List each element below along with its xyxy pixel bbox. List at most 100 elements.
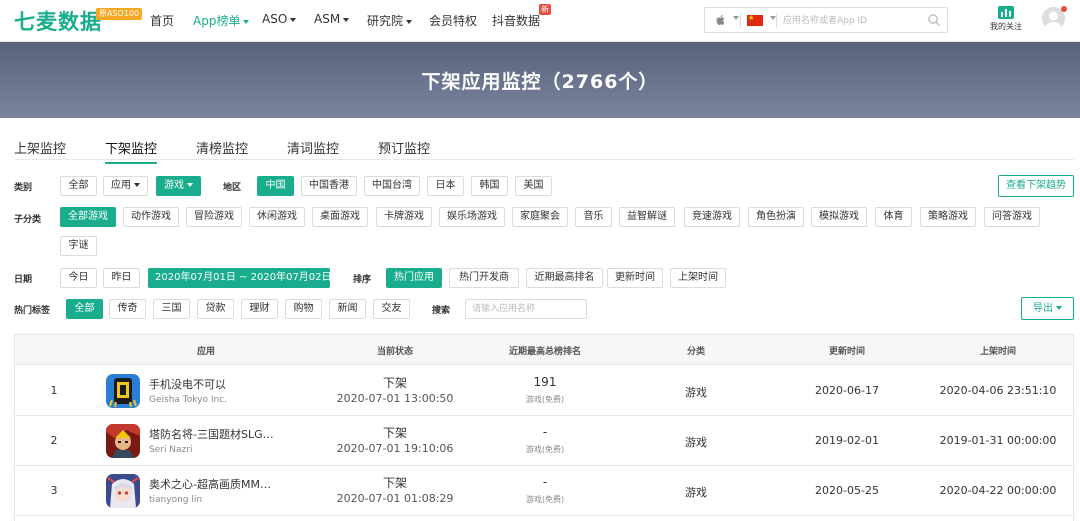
divider	[776, 13, 777, 28]
nav-asm[interactable]: ASM	[314, 12, 350, 26]
app-developer: Seri Nazri	[149, 445, 193, 455]
my-follow-button[interactable]: 我的关注	[985, 6, 1027, 32]
nav-research[interactable]: 研究院	[367, 12, 413, 29]
chevron-down-icon	[1056, 306, 1062, 310]
update-time-value: 2019-02-01	[815, 434, 879, 447]
app-icon[interactable]	[106, 374, 140, 408]
subcategory-casual[interactable]: 休闲游戏	[249, 207, 305, 227]
tag-news[interactable]: 新闻	[329, 299, 366, 319]
export-button[interactable]: 导出	[1021, 297, 1074, 320]
subcategory-strategy[interactable]: 策略游戏	[920, 207, 976, 227]
apple-icon[interactable]	[715, 14, 727, 26]
tag-finance[interactable]: 理财	[241, 299, 278, 319]
tag-loan[interactable]: 贷款	[197, 299, 234, 319]
subcategory-family[interactable]: 家庭聚会	[512, 207, 568, 227]
tag-legend[interactable]: 传奇	[109, 299, 146, 319]
app-name[interactable]: 奥术之心-超高画质MM…	[149, 476, 271, 492]
tag-dating[interactable]: 交友	[373, 299, 410, 319]
subcategory-music[interactable]: 音乐	[575, 207, 612, 227]
warrior-game-app-icon	[106, 424, 140, 458]
category-label: 类别	[14, 183, 33, 193]
tab-keyword-clear-monitor[interactable]: 清词监控	[287, 138, 339, 157]
sort-update-time[interactable]: 更新时间	[607, 268, 663, 288]
china-flag-icon[interactable]: ★	[747, 14, 763, 26]
status-time: 2020-07-01 13:00:50	[336, 392, 454, 405]
subcategory-casino[interactable]: 娱乐场游戏	[439, 207, 505, 227]
subcategory-rpg[interactable]: 角色扮演	[748, 207, 804, 227]
app-icon[interactable]	[106, 474, 140, 508]
nav-vip[interactable]: 会员特权	[429, 12, 477, 29]
nav-home[interactable]: 首页	[150, 12, 174, 29]
sort-hot-developers[interactable]: 热门开发商	[449, 268, 519, 288]
tab-preorder-monitor[interactable]: 预订监控	[378, 138, 430, 157]
subcategory-action[interactable]: 动作游戏	[123, 207, 179, 227]
nav-app-ranking-label: App榜单	[193, 14, 241, 28]
date-range-picker[interactable]: 2020年07月01日 ~ 2020年07月02日	[148, 268, 341, 288]
top-rank-value: 191	[533, 375, 557, 389]
chevron-down-icon	[343, 17, 350, 22]
subcategory-racing[interactable]: 竞速游戏	[684, 207, 740, 227]
app-name[interactable]: 塔防名将-三国题材SLG…	[149, 426, 274, 442]
col-update-time[interactable]: 更新时间	[829, 344, 865, 357]
subcategory-word[interactable]: 字谜	[60, 236, 97, 256]
date-today[interactable]: 今日	[60, 268, 97, 288]
subcategory-trivia[interactable]: 问答游戏	[984, 207, 1040, 227]
search-icon[interactable]	[927, 13, 941, 27]
tab-chart-clear-monitor[interactable]: 清榜监控	[196, 138, 248, 157]
subcategory-all-games[interactable]: 全部游戏	[60, 207, 116, 227]
subcategory-board[interactable]: 桌面游戏	[312, 207, 368, 227]
my-follow-label: 我的关注	[990, 22, 1022, 31]
chevron-down-icon	[243, 19, 250, 24]
nav-app-ranking[interactable]: App榜单	[193, 12, 250, 29]
region-usa[interactable]: 美国	[515, 176, 552, 196]
bar-chart-icon	[998, 6, 1014, 19]
region-china[interactable]: 中国	[257, 176, 294, 196]
region-taiwan[interactable]: 中国台湾	[364, 176, 420, 196]
status-time: 2020-07-01 01:08:29	[336, 492, 454, 505]
app-name-search-input[interactable]	[465, 299, 587, 319]
subcategory-puzzle[interactable]: 益智解谜	[619, 207, 675, 227]
chevron-down-icon	[406, 19, 413, 24]
category-all[interactable]: 全部	[60, 176, 97, 196]
subcategory-card[interactable]: 卡牌游戏	[376, 207, 432, 227]
tab-listing-monitor[interactable]: 上架监控	[14, 138, 66, 157]
sort-recent-top-rank[interactable]: 近期最高排名	[526, 268, 603, 288]
sort-listing-time[interactable]: 上架时间	[670, 268, 726, 288]
search-input[interactable]	[783, 13, 923, 28]
date-yesterday[interactable]: 昨日	[103, 268, 140, 288]
subcategory-adventure[interactable]: 冒险游戏	[186, 207, 242, 227]
region-korea[interactable]: 韩国	[471, 176, 508, 196]
chevron-down-icon[interactable]	[733, 16, 739, 20]
divider	[740, 13, 741, 28]
region-hongkong[interactable]: 中国香港	[301, 176, 357, 196]
logo[interactable]: 七麦数据	[14, 6, 102, 36]
subcategory-sports[interactable]: 体育	[875, 207, 912, 227]
notification-dot	[1061, 6, 1067, 12]
table-row[interactable]: 3 奥术之心-超高画质MM… tianyong lin 下架 2020-07-0…	[15, 466, 1073, 516]
table-row[interactable]: 1 手机没电不可以 Geisha Tokyo Inc. 下架 2020-07-0…	[15, 366, 1073, 416]
table-row[interactable]: 2 塔防名将-三国题材SLG… Seri Nazri 下架 2020-07-01…	[15, 416, 1073, 466]
nav-douyin[interactable]: 抖音数据	[492, 12, 540, 29]
app-icon[interactable]	[106, 424, 140, 458]
sort-hot-apps[interactable]: 热门应用	[386, 268, 442, 288]
category-app[interactable]: 应用	[103, 176, 148, 196]
tag-shopping[interactable]: 购物	[285, 299, 322, 319]
col-app: 应用	[196, 347, 216, 357]
nav-aso[interactable]: ASO	[262, 12, 297, 26]
monitor-tabs: 上架监控 下架监控 清榜监控 清词监控 预订监控	[14, 133, 1074, 164]
export-label: 导出	[1033, 303, 1053, 314]
region-japan[interactable]: 日本	[427, 176, 464, 196]
category-value: 游戏	[685, 386, 707, 399]
tab-delisting-monitor[interactable]: 下架监控	[105, 138, 158, 164]
tag-all[interactable]: 全部	[66, 299, 103, 319]
col-listing-time[interactable]: 上架时间	[980, 344, 1016, 357]
tag-three-kingdoms[interactable]: 三国	[153, 299, 190, 319]
chevron-down-icon	[290, 17, 297, 22]
subcategory-simulation[interactable]: 模拟游戏	[811, 207, 867, 227]
listing-time-value: 2019-01-31 00:00:00	[939, 434, 1057, 447]
app-name[interactable]: 手机没电不可以	[149, 376, 226, 392]
col-top-rank[interactable]: 近期最高总榜排名	[509, 344, 581, 357]
category-game[interactable]: 游戏	[156, 176, 201, 196]
view-delisting-trend-button[interactable]: 查看下架趋势	[998, 175, 1074, 197]
app-search-box: ★	[704, 7, 948, 33]
